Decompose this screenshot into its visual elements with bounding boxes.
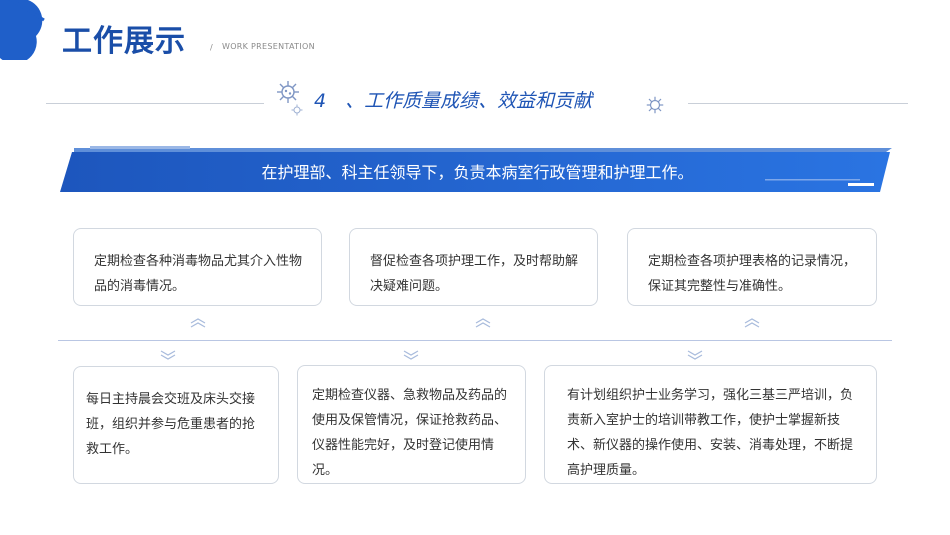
- heading-line-right: [688, 103, 908, 104]
- virus-icon: [277, 81, 299, 103]
- banner-text: 在护理部、科主任领导下，负责本病室行政管理和护理工作。: [261, 163, 694, 182]
- task-card-text: 定期检查各项护理表格的记录情况，保证其完整性与准确性。: [648, 254, 857, 294]
- chevron-down-icon: [687, 350, 703, 360]
- heading-line-left: [46, 103, 264, 104]
- task-card-text: 每日主持晨会交班及床头交接班，组织并参与危重患者的抢救工作。: [86, 392, 256, 457]
- divider-line: [58, 340, 892, 341]
- task-card-text: 有计划组织护士业务学习，强化三基三严培训，负责新入室护士的培训带教工作，使护士掌…: [567, 388, 854, 478]
- page-subtitle: WORK PRESENTATION: [222, 42, 315, 51]
- section-heading: 4 、工作质量成绩、效益和贡献: [314, 90, 593, 112]
- task-card: 有计划组织护士业务学习，强化三基三严培训，负责新入室护士的培训带教工作，使护士掌…: [544, 365, 877, 484]
- task-card-text: 定期检查仪器、急救物品及药品的使用及保管情况，保证抢救药品、仪器性能完好，及时登…: [312, 388, 508, 478]
- task-card: 督促检查各项护理工作，及时帮助解决疑难问题。: [349, 228, 598, 306]
- chevron-down-icon: [403, 350, 419, 360]
- title-separator: /: [210, 43, 213, 52]
- task-card-text: 督促检查各项护理工作，及时帮助解决疑难问题。: [370, 254, 579, 294]
- corner-decoration: [0, 0, 45, 60]
- virus-icon-small: [291, 104, 303, 116]
- task-card: 定期检查各项护理表格的记录情况，保证其完整性与准确性。: [627, 228, 877, 306]
- task-card: 每日主持晨会交班及床头交接班，组织并参与危重患者的抢救工作。: [73, 366, 279, 484]
- task-card: 定期检查各种消毒物品尤其介入性物品的消毒情况。: [73, 228, 322, 306]
- chevron-down-icon: [160, 350, 176, 360]
- task-card-text: 定期检查各种消毒物品尤其介入性物品的消毒情况。: [94, 254, 303, 294]
- virus-icon-right: [646, 96, 664, 114]
- chevron-up-icon: [190, 318, 206, 328]
- page-title: 工作展示: [62, 24, 186, 59]
- chevron-up-icon: [744, 318, 760, 328]
- chevron-up-icon: [475, 318, 491, 328]
- task-card: 定期检查仪器、急救物品及药品的使用及保管情况，保证抢救药品、仪器性能完好，及时登…: [297, 365, 526, 484]
